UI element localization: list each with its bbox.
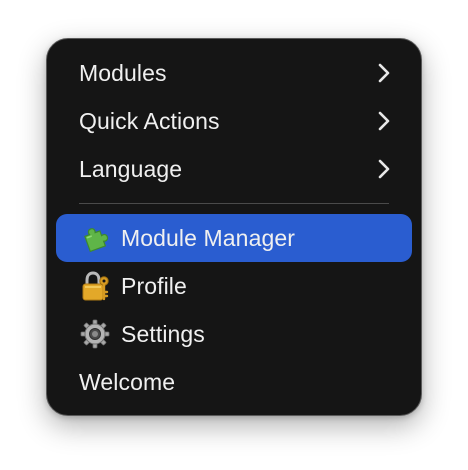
menu-item-language[interactable]: Language — [56, 145, 412, 193]
menu-item-label: Welcome — [79, 368, 176, 395]
chevron-right-icon — [378, 159, 390, 179]
puzzle-piece-icon — [78, 221, 112, 255]
menu-item-label: Settings — [121, 320, 205, 347]
menu-item-label: Module Manager — [121, 224, 296, 251]
menu-item-settings[interactable]: Settings — [56, 310, 412, 358]
menu-item-module-manager[interactable]: Module Manager — [56, 214, 412, 262]
menu-item-label: Language — [79, 155, 183, 182]
menu-item-modules[interactable]: Modules — [56, 49, 412, 97]
context-menu: Modules Quick Actions Language Module Ma… — [46, 38, 422, 416]
menu-item-profile[interactable]: Profile — [56, 262, 412, 310]
menu-separator — [79, 203, 389, 204]
chevron-right-icon — [378, 111, 390, 131]
menu-item-label: Profile — [121, 272, 187, 299]
padlock-key-icon — [78, 269, 112, 303]
menu-item-welcome[interactable]: Welcome — [56, 358, 412, 406]
chevron-right-icon — [378, 63, 390, 83]
menu-item-label: Modules — [79, 59, 167, 86]
gear-icon — [78, 317, 112, 351]
menu-item-quick-actions[interactable]: Quick Actions — [56, 97, 412, 145]
menu-item-label: Quick Actions — [79, 107, 220, 134]
